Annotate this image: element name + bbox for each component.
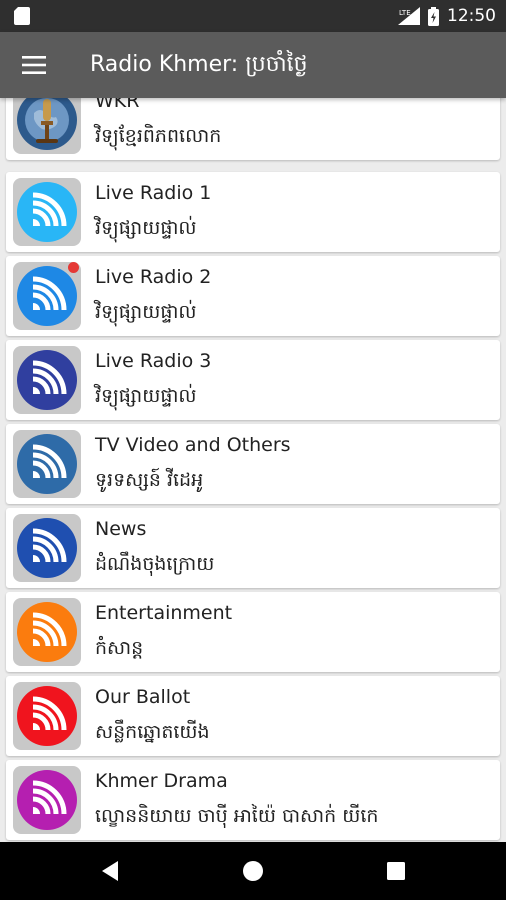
globe-microphone-icon (17, 98, 77, 150)
item-icon-frame (13, 766, 81, 834)
status-icons: LTE 12:50 (398, 0, 496, 32)
broadcast-icon (17, 350, 77, 410)
status-time: 12:50 (447, 6, 496, 26)
station-list: WKR វិទ្យុខ្មែរពិភពលោក Live Radio 1 វិទ្… (0, 98, 506, 842)
broadcast-icon (17, 686, 77, 746)
list-item-news[interactable]: News ដំណឹងចុងក្រោយ (6, 508, 500, 588)
item-title: Live Radio 1 (95, 182, 212, 204)
item-icon-frame (13, 430, 81, 498)
item-icon-frame (13, 346, 81, 414)
hamburger-menu-icon (22, 56, 46, 74)
notification-dot (68, 262, 79, 273)
item-icon-frame (13, 598, 81, 666)
item-subtitle: ទូរទស្សន៍ វីដេអូ (95, 469, 204, 491)
network-label: LTE (399, 9, 411, 17)
item-title: Entertainment (95, 602, 233, 624)
broadcast-icon (17, 770, 77, 830)
back-button[interactable] (70, 842, 150, 900)
broadcast-icon (17, 182, 77, 242)
app-bar: Radio Khmer: ប្រចាំថ្ងៃ (0, 32, 506, 98)
item-icon-frame (13, 178, 81, 246)
list-item-our-ballot[interactable]: Our Ballot សន្លឹកឆ្នោតយើង (6, 676, 500, 756)
list-item-live-radio-2[interactable]: Live Radio 2 វិទ្យុផ្សាយផ្ទាល់ (6, 256, 500, 336)
item-icon-frame (13, 682, 81, 750)
item-title: Khmer Drama (95, 770, 228, 792)
item-icon-frame (13, 514, 81, 582)
recents-square-icon (387, 862, 405, 880)
status-bar: LTE 12:50 (0, 0, 506, 32)
battery-icon (428, 6, 439, 26)
broadcast-icon (17, 518, 77, 578)
list-item-live-radio-1[interactable]: Live Radio 1 វិទ្យុផ្សាយផ្ទាល់ (6, 172, 500, 252)
system-nav-bar (0, 842, 506, 900)
item-title: WKR (95, 98, 140, 112)
item-subtitle: វិទ្យុផ្សាយផ្ទាល់ (95, 385, 197, 407)
item-subtitle: សន្លឹកឆ្នោតយើង (95, 721, 210, 743)
sd-card-icon (14, 7, 30, 25)
menu-button[interactable] (14, 45, 54, 85)
list-item-wkr[interactable]: WKR វិទ្យុខ្មែរពិភពលោក (6, 98, 500, 160)
broadcast-icon (17, 266, 77, 326)
item-subtitle: វិទ្យុខ្មែរពិភពលោក (95, 125, 222, 147)
item-subtitle: ដំណឹងចុងក្រោយ (95, 553, 215, 575)
item-subtitle: កំសាន្ត (95, 637, 144, 659)
recents-button[interactable] (356, 842, 436, 900)
item-title: Our Ballot (95, 686, 191, 708)
back-triangle-icon (102, 861, 118, 881)
item-title: News (95, 518, 147, 540)
item-title: Live Radio 2 (95, 266, 212, 288)
signal-icon: LTE (398, 7, 420, 25)
list-item-tv-video[interactable]: TV Video and Others ទូរទស្សន៍ វីដេអូ (6, 424, 500, 504)
broadcast-icon (17, 434, 77, 494)
list-item-live-radio-3[interactable]: Live Radio 3 វិទ្យុផ្សាយផ្ទាល់ (6, 340, 500, 420)
item-icon-frame (13, 98, 81, 154)
broadcast-icon (17, 602, 77, 662)
item-subtitle: ល្ខោននិយាយ ចាប៉ី អាយ៉ៃ បាសាក់ យីកេ (95, 805, 379, 827)
item-title: Live Radio 3 (95, 350, 212, 372)
item-subtitle: វិទ្យុផ្សាយផ្ទាល់ (95, 301, 197, 323)
item-subtitle: វិទ្យុផ្សាយផ្ទាល់ (95, 217, 197, 239)
app-title: Radio Khmer: ប្រចាំថ្ងៃ (90, 52, 308, 77)
list-item-entertainment[interactable]: Entertainment កំសាន្ត (6, 592, 500, 672)
home-button[interactable] (213, 842, 293, 900)
item-title: TV Video and Others (95, 434, 291, 456)
list-item-khmer-drama[interactable]: Khmer Drama ល្ខោននិយាយ ចាប៉ី អាយ៉ៃ បាសាក… (6, 760, 500, 840)
home-circle-icon (243, 861, 263, 881)
